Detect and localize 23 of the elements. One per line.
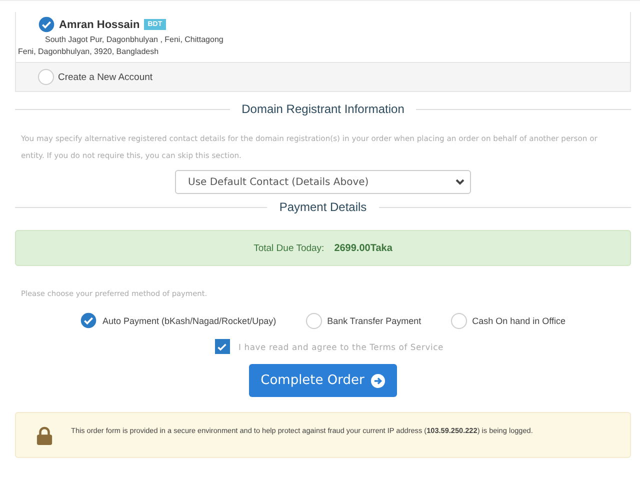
radio-button[interactable] <box>451 312 468 328</box>
radio-button[interactable] <box>38 69 54 85</box>
contact-dropdown[interactable]: Use Default Contact (Details Above) <box>175 170 471 194</box>
address-text: South Jagot Pur, Dagonbhulyan , Feni, Chittagong <box>44 35 224 44</box>
arrow-right-circle-icon <box>371 374 386 388</box>
checkbox[interactable] <box>214 339 230 354</box>
radio-button[interactable] <box>306 312 322 328</box>
chevron-down-icon <box>455 177 465 187</box>
payment-method-label[interactable]: Auto Payment (bKash/Nagad/Rocket/Upay) <box>102 316 276 326</box>
account-name: Create a New Account <box>58 72 153 82</box>
section-heading: Domain Registrant Information <box>242 102 404 116</box>
padlock-icon <box>36 426 53 446</box>
section-heading: Payment Details <box>279 200 367 214</box>
account-name: Amran Hossain <box>59 18 140 30</box>
address-text: Feni, Dagonbhulyan, 3920, Bangladesh <box>18 47 160 56</box>
payment-method-label[interactable]: Bank Transfer Payment <box>327 316 422 326</box>
complete-order-button[interactable]: Complete Order <box>249 364 397 397</box>
total-amount: 2699.00Taka <box>334 242 392 254</box>
account-option[interactable]: Create a New Account <box>16 62 630 91</box>
total-label: Total Due Today: <box>254 242 324 254</box>
radio-button[interactable] <box>80 312 98 329</box>
radio-button[interactable] <box>38 16 55 33</box>
payment-method-label[interactable]: Cash On hand in Office <box>472 316 566 326</box>
